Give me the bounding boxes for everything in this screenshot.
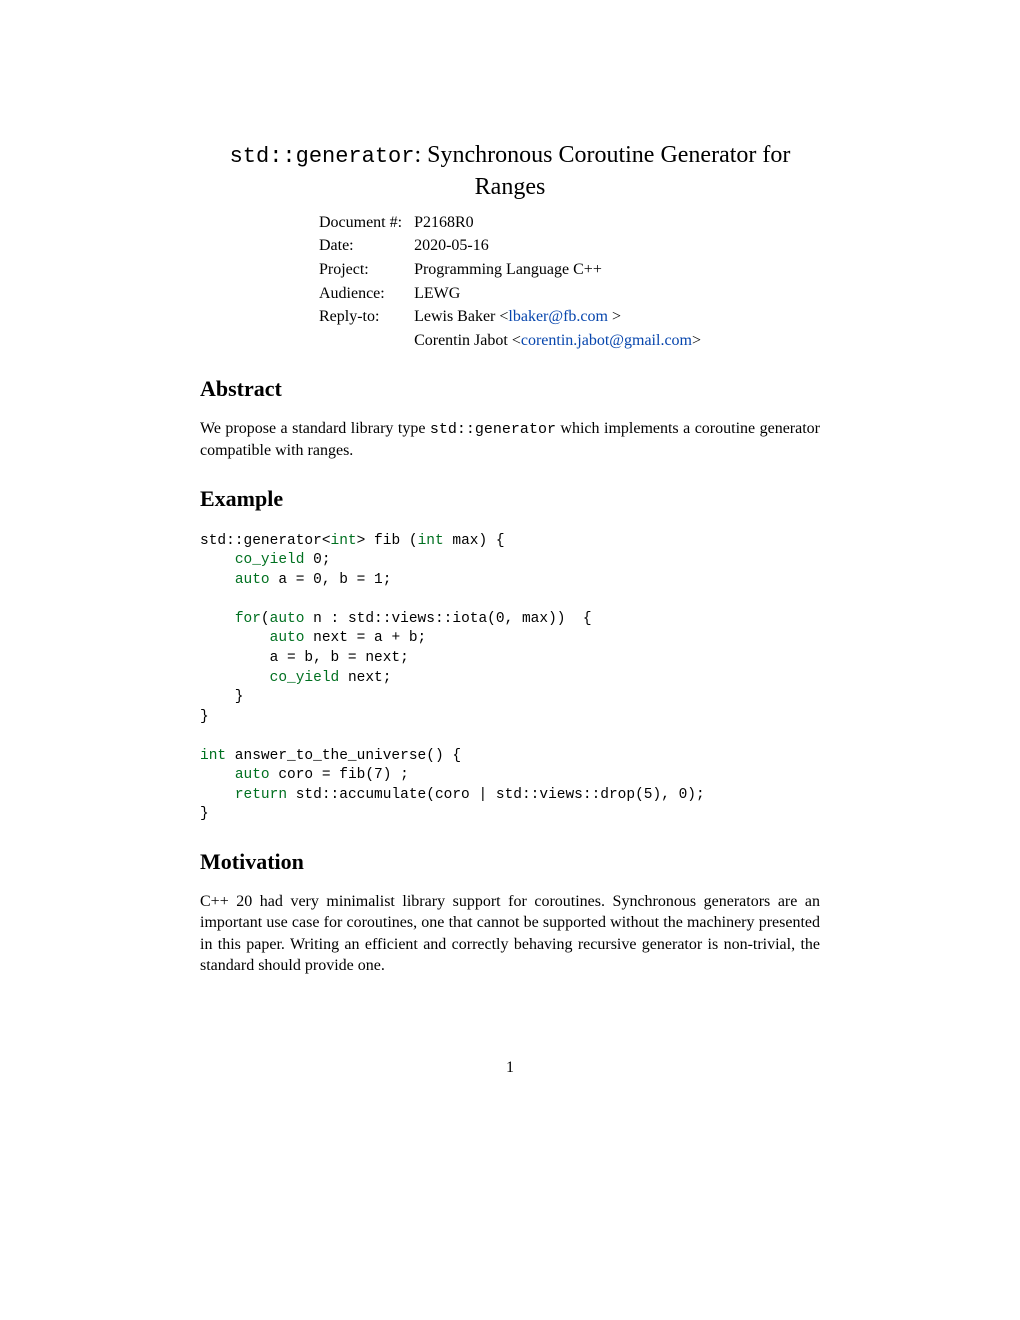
page-title: std::generator: Synchronous Coroutine Ge… — [200, 140, 820, 203]
reply-email-link-1[interactable]: lbaker@fb.com — [508, 308, 612, 325]
example-heading: Example — [200, 484, 820, 514]
meta-reply-value-2: Corentin Jabot <corentin.jabot@gmail.com… — [408, 329, 707, 353]
title-code: std::generator — [230, 144, 415, 169]
meta-doc-label: Document #: — [313, 211, 408, 235]
inline-code: std::generator — [430, 421, 556, 438]
code-block: std::generator<int> fib (int max) { co_y… — [200, 532, 820, 825]
meta-date-value: 2020-05-16 — [408, 234, 707, 258]
title-rest: : Synchronous Coroutine Generator for Ra… — [414, 142, 790, 200]
document-metadata: Document #: P2168R0 Date: 2020-05-16 Pro… — [313, 211, 707, 353]
meta-date-label: Date: — [313, 234, 408, 258]
abstract-paragraph: We propose a standard library type std::… — [200, 418, 820, 462]
meta-doc-value: P2168R0 — [408, 211, 707, 235]
page-number: 1 — [200, 1057, 820, 1079]
abstract-heading: Abstract — [200, 374, 820, 404]
reply-email-link-2[interactable]: corentin.jabot@gmail.com — [521, 332, 692, 349]
meta-project-label: Project: — [313, 258, 408, 282]
meta-reply-label: Reply-to: — [313, 305, 408, 329]
meta-project-value: Programming Language C++ — [408, 258, 707, 282]
motivation-paragraph: C++ 20 had very minimalist library suppo… — [200, 891, 820, 977]
meta-reply-value-1: Lewis Baker <lbaker@fb.com > — [408, 305, 707, 329]
motivation-heading: Motivation — [200, 847, 820, 877]
meta-audience-label: Audience: — [313, 282, 408, 306]
meta-audience-value: LEWG — [408, 282, 707, 306]
